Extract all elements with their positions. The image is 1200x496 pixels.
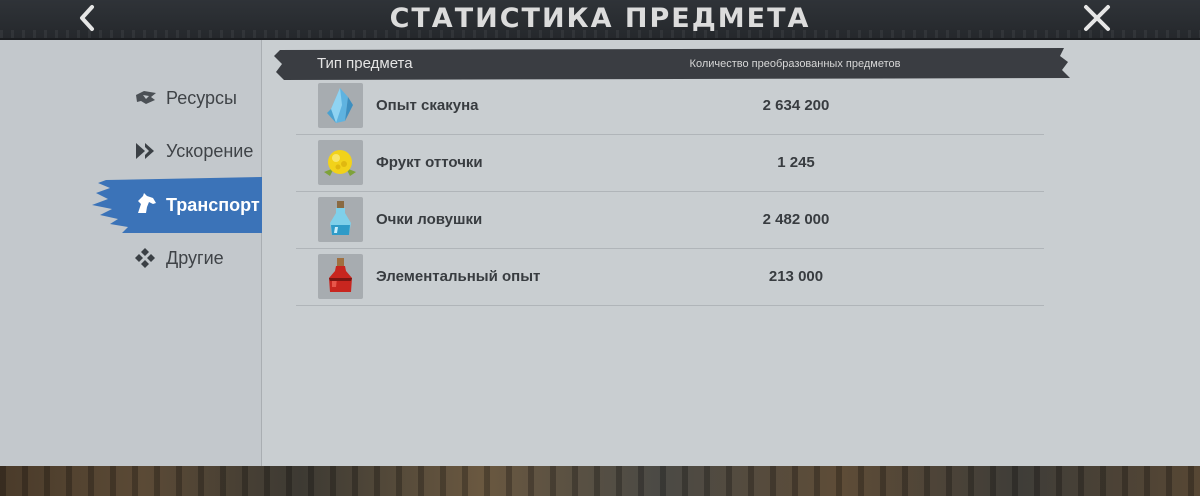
column-header-type: Тип предмета — [317, 55, 413, 72]
item-thumbnail — [318, 83, 363, 128]
item-thumbnail — [318, 254, 363, 299]
item-count: 213 000 — [768, 268, 824, 285]
item-name: Очки ловушки — [376, 211, 483, 228]
blue-crystal-icon — [327, 88, 353, 123]
other-icon — [135, 248, 155, 268]
item-thumbnail — [318, 197, 363, 242]
background-scene — [0, 466, 1200, 496]
sidebar-item-other[interactable]: Другие — [0, 236, 262, 280]
close-button[interactable] — [1080, 2, 1114, 34]
table-row: Фрукт отточки 1 245 — [296, 135, 1044, 192]
item-name: Элементальный опыт — [376, 268, 541, 285]
horse-icon — [138, 193, 156, 213]
blue-potion-icon — [330, 201, 351, 235]
item-name: Фрукт отточки — [376, 154, 483, 171]
close-icon — [1084, 5, 1110, 31]
header-bar: СТАТИСТИКА ПРЕДМЕТА — [0, 0, 1200, 40]
item-count: 1 245 — [777, 154, 815, 171]
sidebar-item-speedup[interactable]: Ускорение — [0, 129, 262, 173]
item-name: Опыт скакуна — [376, 97, 479, 114]
speedup-icon — [136, 143, 154, 159]
sidebar-item-resources[interactable]: Ресурсы — [0, 76, 262, 120]
sidebar-item-label: Другие — [166, 248, 224, 268]
chevron-left-icon — [80, 5, 94, 31]
resources-icon — [136, 91, 156, 104]
sidebar-item-label: Ускорение — [166, 141, 254, 161]
sidebar-item-label: Транспорт — [166, 195, 260, 215]
table-row: Элементальный опыт 213 000 — [296, 249, 1044, 306]
column-header-count: Количество преобразованных предметов — [689, 58, 901, 70]
item-count: 2 482 000 — [762, 211, 830, 228]
table-row: Опыт скакуна 2 634 200 — [296, 78, 1044, 135]
red-potion-icon — [329, 258, 352, 292]
yellow-fruit-icon — [324, 150, 356, 176]
table-row: Очки ловушки 2 482 000 — [296, 192, 1044, 249]
page-title: СТАТИСТИКА ПРЕДМЕТА — [389, 3, 811, 34]
item-count: 2 634 200 — [762, 97, 830, 114]
sidebar: Ресурсы Ускорение Транспорт Другие — [0, 40, 262, 466]
back-button[interactable] — [72, 2, 104, 34]
sidebar-item-transport[interactable]: Транспорт — [0, 177, 262, 233]
sidebar-item-label: Ресурсы — [166, 88, 237, 108]
item-thumbnail — [318, 140, 363, 185]
